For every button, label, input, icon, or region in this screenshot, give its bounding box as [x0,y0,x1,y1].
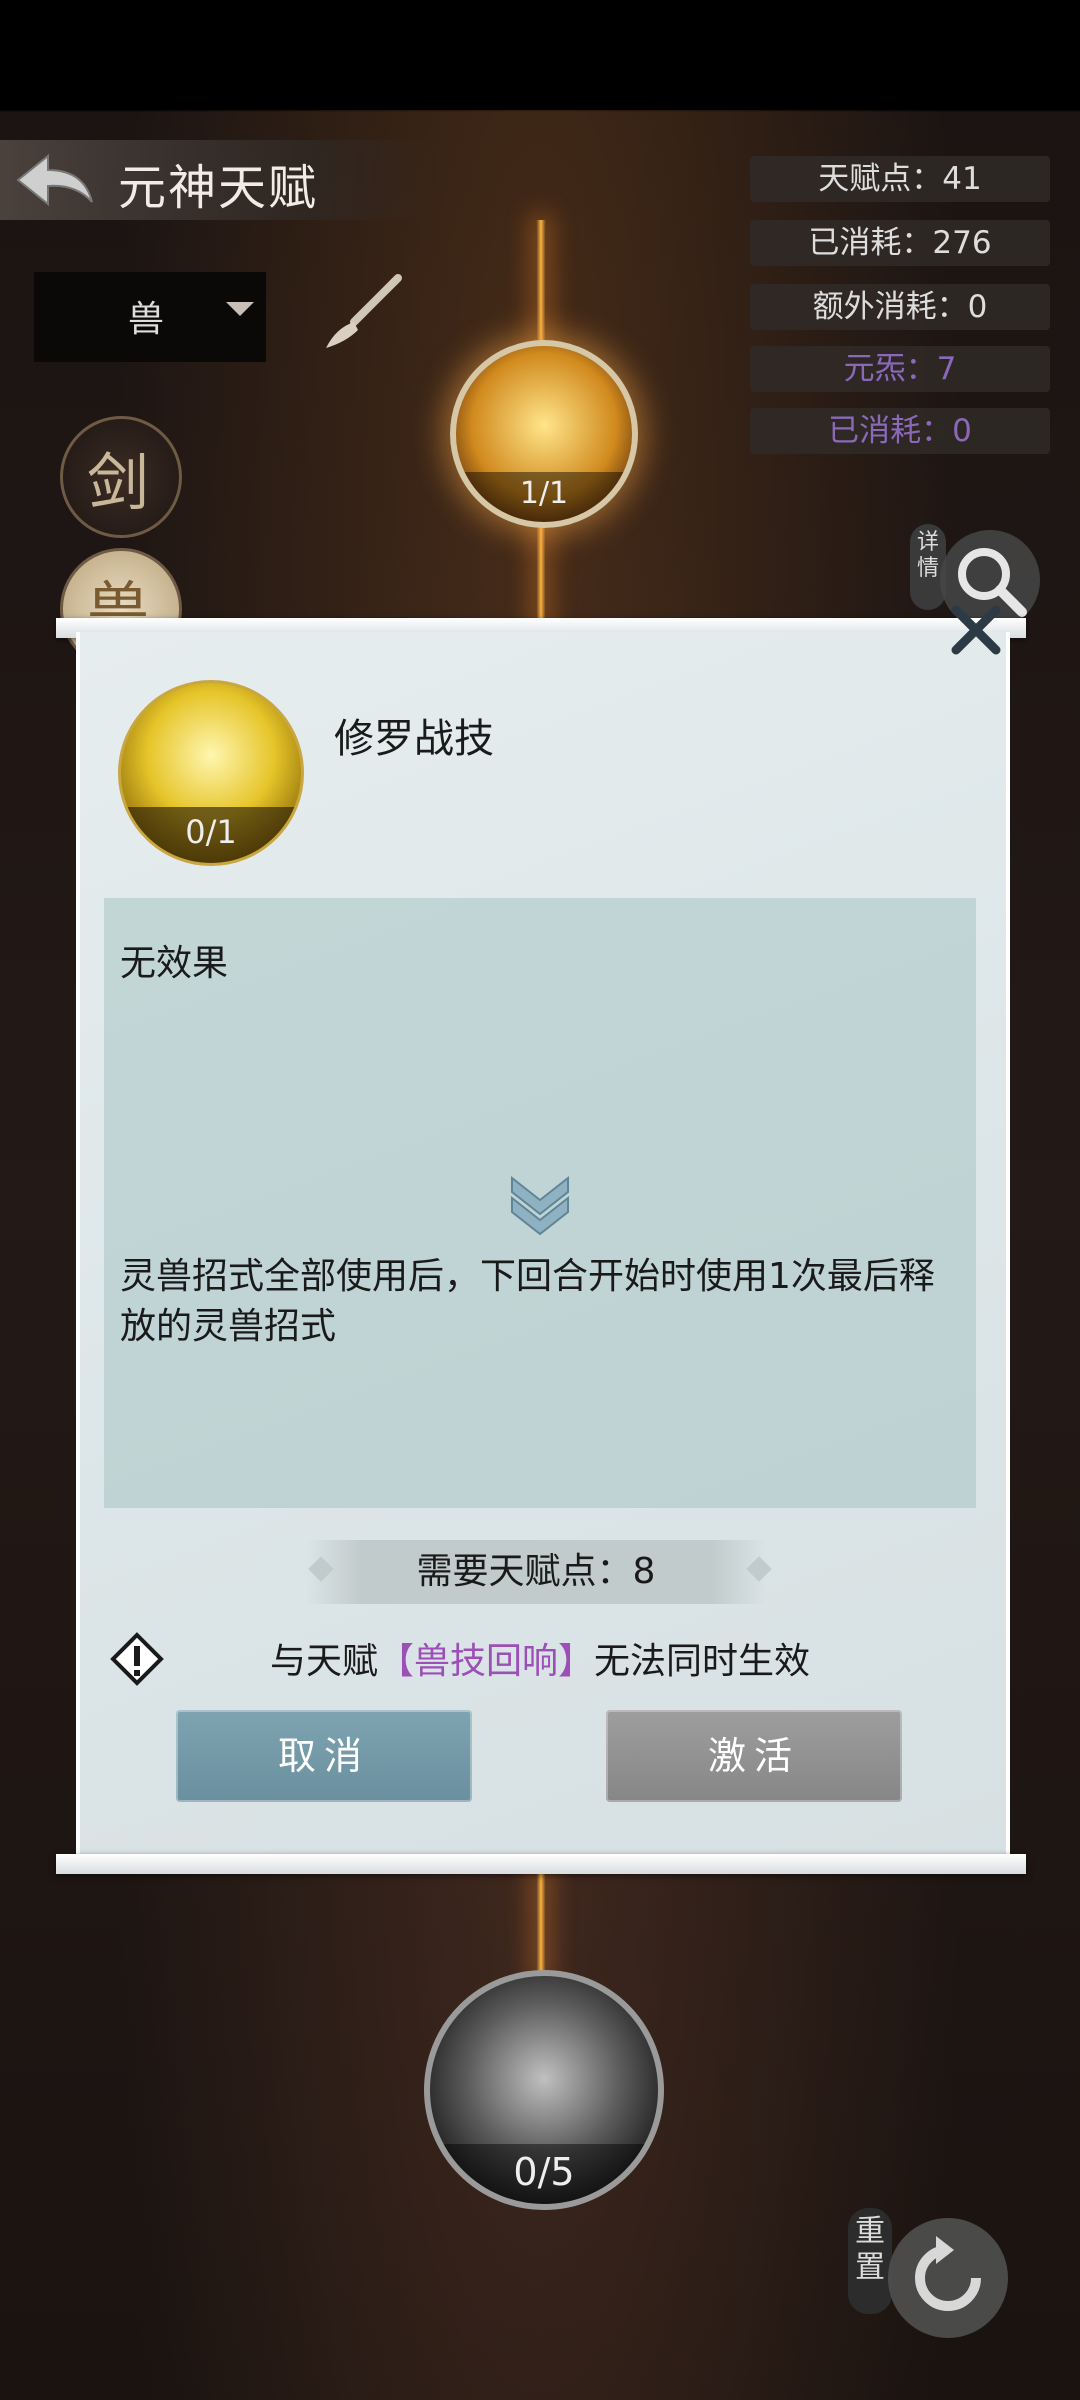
conflict-warning: 与天赋【兽技回响】无法同时生效 [160,1632,920,1684]
talent-node-bottom[interactable]: 0/5 [424,1970,664,2210]
yuan-xi-stat: 元炁：7 [750,346,1050,392]
conflicting-talent-link[interactable]: 【兽技回响】 [378,1641,594,1682]
reset-tag[interactable]: 重置 [848,2208,892,2314]
filter-selected-label: 兽 [128,299,165,340]
node-level-count: 0/5 [430,2144,658,2204]
back-arrow-icon [16,153,93,207]
node-level-count: 1/1 [456,472,632,522]
back-button[interactable] [14,150,96,210]
game-screen: 元神天赋 天赋点：41 已消耗：276 额外消耗：0 元炁：7 已消耗：0 兽 … [0,0,1080,2400]
activate-button[interactable]: 激活 [606,1710,902,1802]
category-sword-label: 剑 [86,446,149,519]
skill-icon: 0/1 [118,680,304,866]
warning-icon [110,1632,164,1686]
status-bar [0,0,1080,110]
extra-consumed-stat: 额外消耗：0 [750,284,1050,330]
required-points-banner: 需要天赋点：8 [306,1540,766,1604]
reset-button[interactable] [888,2218,1008,2338]
cancel-button[interactable]: 取消 [176,1710,472,1802]
double-chevron-down-icon [506,1172,574,1236]
reset-icon [915,2236,981,2311]
talent-node-top[interactable]: 1/1 [450,340,638,528]
current-effect-text: 无效果 [120,943,229,984]
yuan-xi-consumed-stat: 已消耗：0 [750,408,1050,454]
close-button[interactable] [946,600,1006,660]
scroll-rod-bottom [56,1854,1026,1874]
talent-points-stat: 天赋点：41 [750,156,1050,202]
chevron-down-icon [226,302,254,316]
warning-suffix: 无法同时生效 [594,1641,811,1682]
talent-connector-line [536,1856,546,1976]
consumed-stat: 已消耗：276 [750,220,1050,266]
next-effect-text: 灵兽招式全部使用后，下回合开始时使用1次最后释放的灵兽招式 [120,1256,935,1347]
skill-name: 修罗战技 [334,716,494,762]
skill-level-count: 0/1 [121,807,301,863]
page-title: 元神天赋 [118,160,319,216]
warning-prefix: 与天赋 [269,1641,378,1682]
brush-icon[interactable] [318,272,408,352]
close-icon [951,605,1001,655]
